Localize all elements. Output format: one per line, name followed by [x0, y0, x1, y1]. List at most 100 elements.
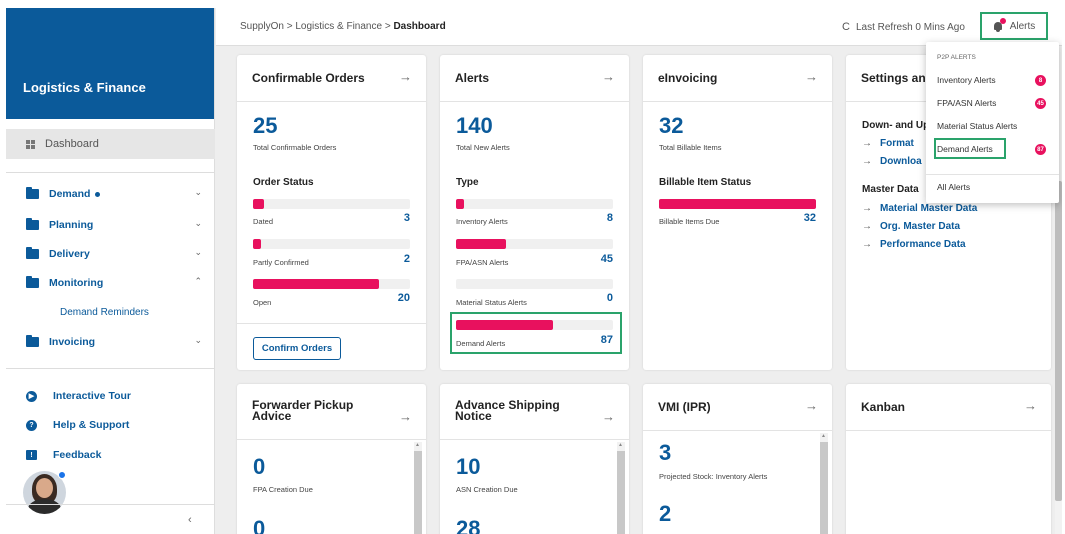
- status-bar: [253, 279, 410, 289]
- card-forwarder-pickup: Forwarder Pickup Advice → 0 FPA Creation …: [237, 384, 426, 534]
- card-title[interactable]: Advance Shipping Notice: [455, 399, 560, 422]
- arrow-right-icon[interactable]: →: [399, 69, 412, 84]
- billable-value[interactable]: 32: [804, 212, 816, 224]
- asn-count-2[interactable]: 28: [456, 516, 480, 534]
- dropdown-header: P2P ALERTS: [937, 54, 976, 61]
- scroll-up-icon[interactable]: ▲: [821, 433, 826, 439]
- status-value[interactable]: 3: [404, 212, 410, 224]
- breadcrumb-sep: >: [382, 21, 394, 32]
- alert-bar: [456, 279, 613, 289]
- performance-link[interactable]: → Performance Data: [862, 239, 966, 250]
- scroll-up-icon[interactable]: ▲: [415, 442, 420, 448]
- help-support-link[interactable]: ? Help & Support: [26, 419, 129, 431]
- arrow-right-icon[interactable]: →: [399, 409, 412, 424]
- card-title[interactable]: Alerts: [455, 71, 489, 85]
- feedback-link[interactable]: ! Feedback: [26, 449, 101, 461]
- total-alerts-label: Total New Alerts: [456, 143, 510, 152]
- dropdown-item-all-alerts[interactable]: All Alerts: [937, 182, 970, 192]
- format-link[interactable]: → Format: [862, 138, 914, 149]
- sidebar-item-label: Demand: [49, 188, 91, 200]
- card-scrollbar[interactable]: ▲: [414, 442, 422, 534]
- alert-value[interactable]: 45: [601, 253, 613, 265]
- folder-icon: [26, 276, 39, 288]
- card-confirmable-orders: Confirmable Orders → 25 Total Confirmabl…: [237, 55, 426, 370]
- breadcrumb-logistics[interactable]: Logistics & Finance: [295, 21, 382, 32]
- link-label: Org. Master Data: [880, 221, 961, 232]
- notification-dot: [95, 191, 101, 197]
- total-billable-count[interactable]: 32: [659, 113, 683, 139]
- card-title[interactable]: eInvoicing: [658, 71, 717, 85]
- arrow-right-icon[interactable]: →: [602, 409, 615, 424]
- collapse-sidebar-icon[interactable]: ‹: [188, 514, 192, 526]
- alert-label: Material Status Alerts: [456, 298, 527, 307]
- sidebar-item-label: Monitoring: [49, 277, 104, 289]
- sidebar-item-delivery[interactable]: Delivery ⌄: [26, 244, 202, 264]
- card-title[interactable]: Settings and: [861, 71, 933, 85]
- asn-count[interactable]: 10: [456, 454, 480, 480]
- scroll-up-icon[interactable]: ▲: [618, 442, 623, 448]
- bar-fill: [659, 199, 816, 209]
- alert-label: Inventory Alerts: [456, 217, 508, 226]
- divider: [6, 368, 215, 369]
- breadcrumb-current: Dashboard: [393, 21, 446, 32]
- card-scrollbar[interactable]: ▲: [617, 442, 625, 534]
- dropdown-item-inventory[interactable]: Inventory Alerts: [937, 75, 996, 85]
- arrow-right-icon[interactable]: →: [805, 398, 818, 413]
- dropdown-item-material-status[interactable]: Material Status Alerts: [937, 121, 1017, 131]
- alert-value[interactable]: 0: [607, 292, 613, 304]
- arrow-right-icon: →: [862, 156, 872, 167]
- arrow-right-icon[interactable]: →: [1024, 398, 1037, 413]
- sidebar-item-invoicing[interactable]: Invoicing ⌄: [26, 332, 202, 352]
- sidebar-item-monitoring[interactable]: Monitoring ⌃: [26, 273, 202, 293]
- fpa-count[interactable]: 0: [253, 454, 265, 480]
- bar-fill: [253, 239, 261, 249]
- alert-bar: [456, 199, 613, 209]
- card-vmi: VMI (IPR) → 3 Projected Stock: Inventory…: [643, 384, 832, 534]
- bell-icon: [993, 17, 1006, 32]
- sidebar-item-planning[interactable]: Planning ⌄: [26, 215, 202, 235]
- dropdown-item-fpa-asn[interactable]: FPA/ASN Alerts: [937, 98, 996, 108]
- section-title: Billable Item Status: [659, 177, 752, 188]
- arrow-right-icon: →: [862, 203, 872, 214]
- section-title: Type: [456, 177, 479, 188]
- arrow-right-icon[interactable]: →: [602, 69, 615, 84]
- play-icon: ▶: [26, 390, 37, 402]
- card-title[interactable]: Forwarder Pickup Advice: [252, 399, 353, 422]
- card-title[interactable]: Confirmable Orders: [252, 71, 365, 85]
- refresh-button[interactable]: C Last Refresh 0 Mins Ago: [842, 21, 965, 33]
- interactive-tour-link[interactable]: ▶ Interactive Tour: [26, 390, 131, 402]
- fpa-count-2[interactable]: 0: [253, 516, 265, 534]
- card-title[interactable]: VMI (IPR): [658, 400, 711, 414]
- sidebar-item-demand[interactable]: Demand ⌄: [26, 184, 202, 204]
- billable-bar: [659, 199, 816, 209]
- total-alerts-count[interactable]: 140: [456, 113, 493, 139]
- chevron-down-icon: ⌄: [194, 335, 202, 345]
- badge: 45: [1035, 98, 1046, 109]
- total-confirmable-count[interactable]: 25: [253, 113, 277, 139]
- demand-alerts-highlight: [934, 138, 1006, 159]
- card-scrollbar[interactable]: ▲: [820, 433, 828, 534]
- alert-value[interactable]: 8: [607, 212, 613, 224]
- status-value[interactable]: 20: [398, 292, 410, 304]
- confirm-orders-button[interactable]: Confirm Orders: [253, 337, 341, 360]
- top-bar: SupplyOn > Logistics & Finance > Dashboa…: [216, 8, 1062, 46]
- download-link[interactable]: → Downloa: [862, 156, 922, 167]
- card-title[interactable]: Kanban: [861, 400, 905, 414]
- fpa-label: FPA Creation Due: [253, 485, 313, 494]
- card-alerts: Alerts → 140 Total New Alerts Type Inven…: [440, 55, 629, 370]
- alerts-button[interactable]: Alerts: [980, 12, 1048, 40]
- alert-label: FPA/ASN Alerts: [456, 258, 509, 267]
- sidebar-item-dashboard[interactable]: Dashboard: [6, 129, 215, 159]
- status-value[interactable]: 2: [404, 253, 410, 265]
- sidebar-subitem-demand-reminders[interactable]: Demand Reminders: [60, 307, 149, 318]
- billable-label: Billable Items Due: [659, 217, 720, 226]
- arrow-right-icon[interactable]: →: [805, 69, 818, 84]
- vmi-count[interactable]: 3: [659, 440, 671, 466]
- vmi-count-2[interactable]: 2: [659, 501, 671, 527]
- material-master-link[interactable]: → Material Master Data: [862, 203, 977, 214]
- divider: [6, 172, 215, 173]
- arrow-right-icon: →: [862, 239, 872, 250]
- breadcrumb-supplyon[interactable]: SupplyOn: [240, 21, 284, 32]
- folder-icon: [26, 187, 39, 199]
- org-master-link[interactable]: → Org. Master Data: [862, 221, 960, 232]
